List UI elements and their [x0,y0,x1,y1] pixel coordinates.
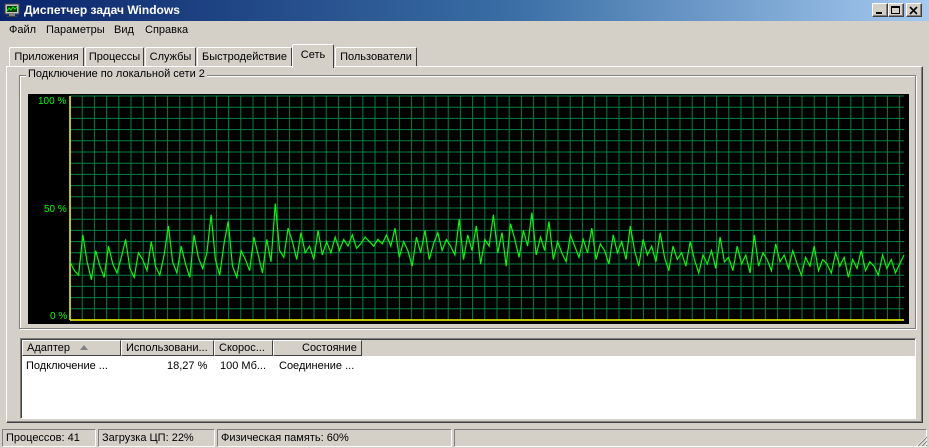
status-processes-text: Процессов: 41 [6,432,80,444]
column-label: Использовани... [126,342,208,354]
network-tab-page: Подключение по локальной сети 2 100 % 50… [6,66,923,423]
status-empty [454,429,927,447]
column-usage[interactable]: Использовани... [121,340,214,356]
task-manager-icon [4,3,20,17]
minimize-button[interactable] [872,3,888,17]
column-label: Состояние [302,342,357,354]
cell-adapter: Подключение ... [26,360,108,372]
resize-grip-icon[interactable] [916,435,928,447]
connection-title: Подключение по локальной сети 2 [26,68,207,80]
menu-options[interactable]: Параметры [46,24,105,36]
window-title: Диспетчер задач Windows [24,3,180,17]
minimize-icon [876,12,882,14]
close-icon [909,6,918,15]
close-button[interactable] [906,3,922,17]
tab-applications[interactable]: Приложения [9,47,84,67]
tab-label: Пользователи [340,51,412,63]
menu-bar: Файл Параметры Вид Справка [0,21,929,40]
column-speed[interactable]: Скорос... [214,340,273,356]
status-cpu: Загрузка ЦП: 22% [98,429,215,447]
tab-label: Службы [149,51,192,63]
y-label-100: 100 % [38,96,67,107]
maximize-button[interactable] [888,3,904,17]
status-processes: Процессов: 41 [2,429,96,447]
cell-speed: 100 Мб... [220,360,267,372]
column-label: Адаптер [27,342,70,354]
tab-label: Приложения [14,51,79,63]
tab-label: Сеть [300,49,326,61]
column-state[interactable]: Состояние [273,340,362,356]
tab-services[interactable]: Службы [145,47,196,67]
y-label-50: 50 % [44,204,67,215]
status-bar: Процессов: 41 Загрузка ЦП: 22% Физическа… [0,427,929,448]
sort-ascending-icon [80,345,88,350]
connection-group: Подключение по локальной сети 2 100 % 50… [19,68,916,329]
cell-usage: 18,27 % [167,360,208,372]
adapter-list-header: Адаптер Использовани... Скорос... Состоя… [22,340,915,356]
tab-network[interactable]: Сеть [292,44,334,68]
tab-label: Быстродействие [202,51,287,63]
status-memory: Физическая память: 60% [217,429,452,447]
tab-processes[interactable]: Процессы [85,47,144,67]
cell-state: Соединение ... [279,360,355,372]
maximize-icon [891,6,900,14]
y-label-0: 0 % [50,311,68,322]
tab-performance[interactable]: Быстродействие [197,47,292,67]
status-cpu-text: Загрузка ЦП: 22% [102,432,194,444]
network-usage-graph: 100 % 50 % 0 % [28,94,909,324]
menu-view[interactable]: Вид [114,24,134,36]
tab-users[interactable]: Пользователи [335,47,417,67]
menu-help[interactable]: Справка [145,24,188,36]
column-label: Скорос... [219,342,265,354]
tab-label: Процессы [88,51,141,63]
adapter-list[interactable]: Адаптер Использовани... Скорос... Состоя… [20,338,916,419]
column-adapter[interactable]: Адаптер [22,340,121,356]
menu-file[interactable]: Файл [9,24,36,36]
network-usage-chart [69,95,905,321]
title-bar[interactable]: Диспетчер задач Windows [0,0,929,21]
status-memory-text: Физическая память: 60% [221,432,349,444]
